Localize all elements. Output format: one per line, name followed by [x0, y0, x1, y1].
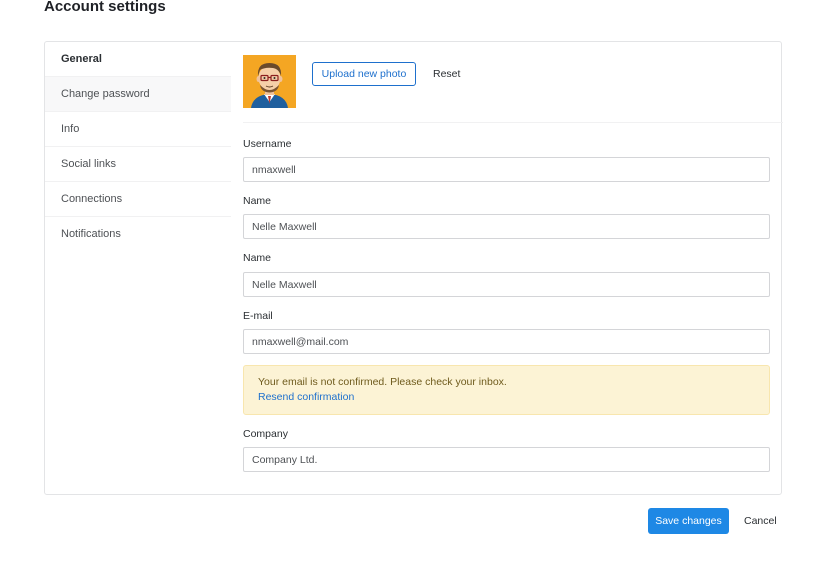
name-label-2: Name: [243, 252, 272, 264]
profile-photo-section: Upload new photo Reset: [243, 55, 783, 123]
company-field[interactable]: [243, 447, 770, 472]
avatar-illustration: [243, 55, 296, 108]
sidebar-item-change-password[interactable]: Change password: [45, 77, 231, 112]
page-title: Account settings: [44, 0, 166, 15]
alert-message: Your email is not confirmed. Please chec…: [258, 376, 507, 388]
save-changes-button[interactable]: Save changes: [648, 508, 729, 534]
sidebar-item-general[interactable]: General: [45, 42, 231, 77]
avatar: [243, 55, 296, 108]
name-field[interactable]: [243, 214, 770, 239]
settings-card: General Change password Info Social link…: [44, 41, 783, 495]
sidebar-item-social-links[interactable]: Social links: [45, 147, 231, 182]
upload-photo-button[interactable]: Upload new photo: [312, 62, 416, 86]
username-label: Username: [243, 138, 292, 150]
name-field-2[interactable]: [243, 272, 770, 297]
sidebar-item-info[interactable]: Info: [45, 112, 231, 147]
email-unconfirmed-alert: Your email is not confirmed. Please chec…: [243, 365, 770, 415]
settings-sidebar: General Change password Info Social link…: [45, 42, 231, 252]
name-label: Name: [243, 195, 272, 207]
sidebar-item-notifications[interactable]: Notifications: [45, 217, 231, 252]
reset-photo-button[interactable]: Reset: [427, 62, 466, 86]
email-field[interactable]: [243, 329, 770, 354]
username-field[interactable]: [243, 157, 770, 182]
sidebar-item-connections[interactable]: Connections: [45, 182, 231, 217]
cancel-button[interactable]: Cancel: [736, 508, 785, 534]
email-label: E-mail: [243, 310, 273, 322]
company-label: Company: [243, 428, 288, 440]
resend-confirmation-link[interactable]: Resend confirmation: [258, 389, 755, 406]
